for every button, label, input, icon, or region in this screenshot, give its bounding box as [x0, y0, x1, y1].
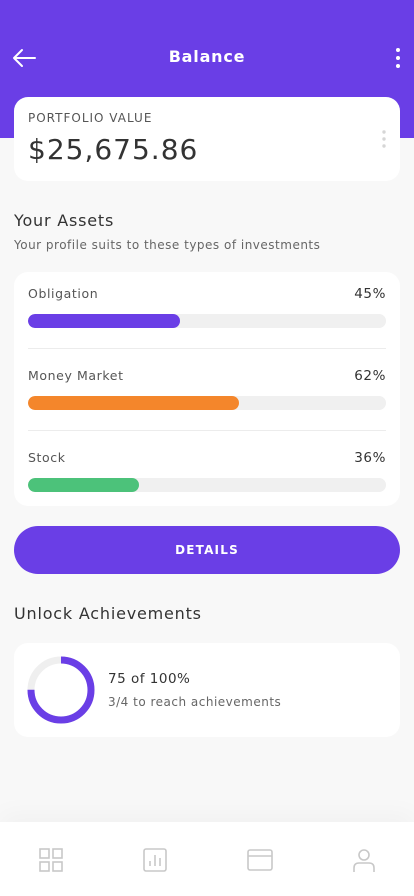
achievements-title: Unlock Achievements [14, 604, 202, 623]
card-icon [247, 849, 273, 871]
progress-track [28, 396, 386, 410]
more-vertical-icon [382, 130, 386, 148]
achievements-card[interactable]: 75 of 100% 3/4 to reach achievements [14, 643, 400, 737]
achievement-subtitle: 3/4 to reach achievements [108, 695, 282, 709]
nav-profile[interactable] [350, 846, 378, 874]
dashboard-grid-icon [39, 848, 63, 872]
achievement-progress-ring [27, 656, 95, 724]
progress-track [28, 314, 386, 328]
assets-title: Your Assets [14, 211, 115, 230]
progress-fill [28, 478, 139, 492]
nav-cards[interactable] [246, 846, 274, 874]
asset-percent: 62% [354, 368, 386, 384]
details-button[interactable]: DETAILS [14, 526, 400, 574]
progress-track [28, 478, 386, 492]
asset-name: Stock [28, 450, 66, 465]
bar-chart-icon [143, 848, 167, 872]
portfolio-value: $25,675.86 [28, 133, 199, 166]
achievement-progress-text: 75 of 100% [108, 671, 191, 687]
assets-subtitle: Your profile suits to these types of inv… [14, 238, 321, 252]
asset-row-obligation[interactable]: Obligation 45% [28, 272, 386, 352]
portfolio-label: PORTFOLIO VALUE [28, 111, 153, 125]
asset-name: Money Market [28, 368, 124, 383]
bottom-navigation [0, 822, 414, 896]
portfolio-more-button[interactable] [378, 127, 390, 151]
asset-row-money-market[interactable]: Money Market 62% [28, 354, 386, 434]
asset-percent: 36% [354, 450, 386, 466]
progress-fill [28, 314, 181, 328]
nav-dashboard[interactable] [37, 846, 65, 874]
more-options-button[interactable] [390, 44, 406, 72]
divider [28, 430, 386, 431]
nav-statistics[interactable] [141, 846, 169, 874]
portfolio-card: PORTFOLIO VALUE $25,675.86 [14, 97, 400, 181]
asset-row-stock[interactable]: Stock 36% [28, 436, 386, 516]
progress-fill [28, 396, 240, 410]
asset-percent: 45% [354, 286, 386, 302]
more-vertical-icon [396, 48, 400, 68]
divider [28, 348, 386, 349]
assets-card: Obligation 45% Money Market 62% Stock 36… [14, 272, 400, 506]
profile-icon [353, 849, 375, 872]
asset-name: Obligation [28, 286, 99, 301]
page-title: Balance [168, 47, 246, 66]
